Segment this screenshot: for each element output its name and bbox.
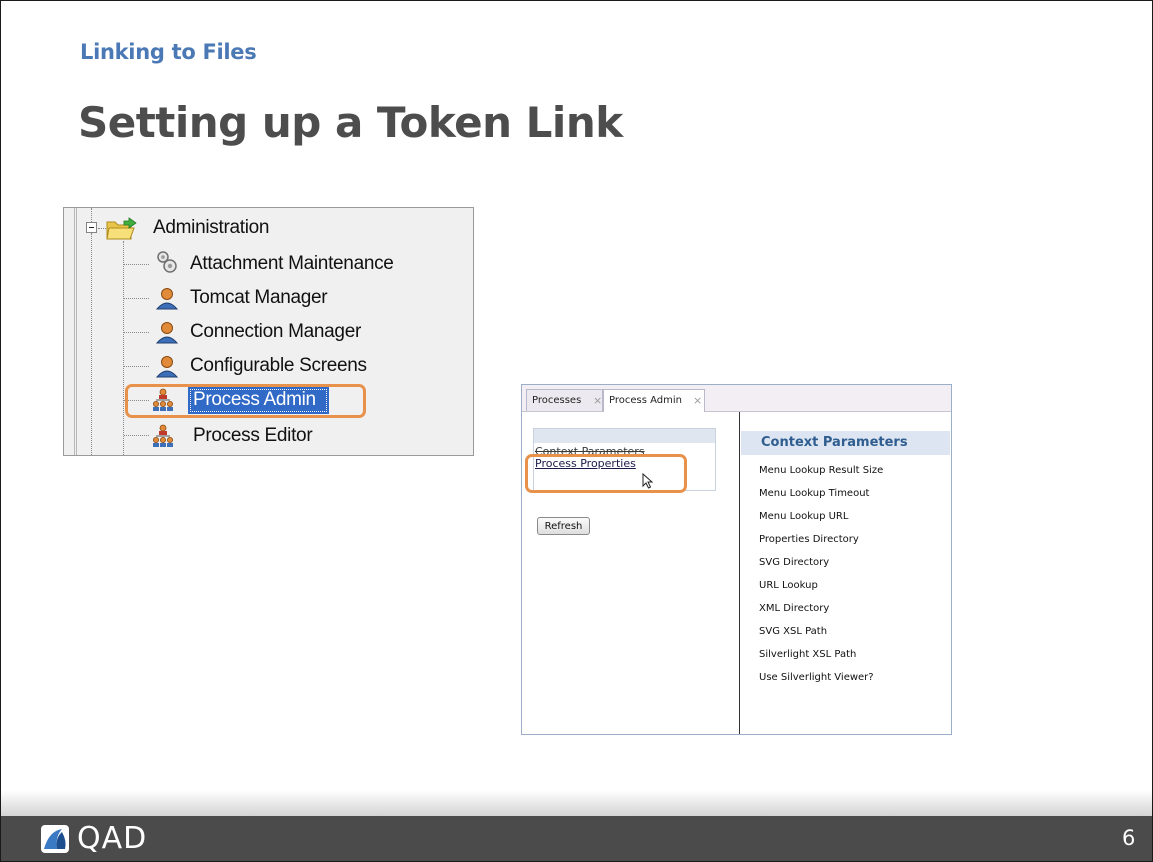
tree-item-connection-manager[interactable]: Connection Manager — [190, 321, 361, 343]
user-icon — [155, 356, 179, 378]
tree-line — [124, 366, 149, 367]
tab-process-admin[interactable]: Process Admin × — [603, 389, 705, 412]
footer-bar: QAD 6 — [1, 816, 1152, 861]
tree-gutter — [64, 208, 77, 455]
tree-line — [91, 233, 92, 455]
qad-brand-text: QAD — [77, 821, 148, 856]
folder-open-icon — [106, 217, 137, 240]
user-icon — [155, 288, 179, 310]
left-pane: Context Parameters Process Properties Re… — [522, 412, 740, 734]
tree-panel: Administration Attachment Maintenance To… — [63, 207, 474, 456]
context-item[interactable]: Use Silverlight Viewer? — [759, 672, 874, 683]
context-item[interactable]: XML Directory — [759, 603, 829, 614]
context-parameters-header: Context Parameters — [741, 431, 950, 455]
tree-line — [124, 298, 149, 299]
tree-root-label[interactable]: Administration — [153, 217, 269, 239]
context-item[interactable]: Silverlight XSL Path — [759, 649, 856, 660]
tree-item-configurable-screens[interactable]: Configurable Screens — [190, 355, 367, 377]
close-icon[interactable]: × — [593, 394, 602, 407]
refresh-button[interactable]: Refresh — [537, 517, 590, 535]
footer-shadow — [1, 790, 1152, 816]
tab-label: Processes — [532, 395, 582, 406]
highlight-box — [125, 384, 366, 418]
page-number: 6 — [1122, 826, 1136, 850]
qad-logo-icon — [41, 825, 69, 853]
context-item[interactable]: Menu Lookup Timeout — [759, 488, 869, 499]
collapse-toggle[interactable] — [86, 222, 97, 233]
right-pane: Context Parameters Menu Lookup Result Si… — [741, 412, 951, 734]
close-icon[interactable]: × — [693, 394, 702, 407]
tab-label: Process Admin — [609, 395, 682, 406]
tab-bar: Processes × Process Admin × — [522, 385, 951, 412]
context-item[interactable]: Menu Lookup URL — [759, 511, 848, 522]
group-icon — [153, 424, 173, 447]
tree-line — [124, 332, 149, 333]
process-admin-panel: Processes × Process Admin × Context Para… — [521, 384, 952, 735]
context-item[interactable]: SVG XSL Path — [759, 626, 827, 637]
tree-item-tomcat-manager[interactable]: Tomcat Manager — [190, 287, 328, 309]
context-item[interactable]: Properties Directory — [759, 534, 859, 545]
context-item[interactable]: SVG Directory — [759, 557, 829, 568]
section-title: Linking to Files — [80, 40, 257, 64]
gears-icon — [157, 251, 177, 273]
tab-processes[interactable]: Processes × — [526, 389, 603, 411]
user-icon — [155, 322, 179, 344]
tree-line — [124, 264, 149, 265]
context-item[interactable]: URL Lookup — [759, 580, 818, 591]
context-item[interactable]: Menu Lookup Result Size — [759, 465, 883, 476]
tree-line — [91, 208, 92, 222]
tree-item-process-editor[interactable]: Process Editor — [193, 425, 313, 447]
page-title: Setting up a Token Link — [78, 98, 623, 147]
list-header — [534, 429, 715, 443]
tree-line — [123, 241, 124, 455]
tree-item-attachment-maintenance[interactable]: Attachment Maintenance — [190, 253, 394, 275]
highlight-box — [525, 454, 687, 493]
tree-line — [124, 435, 149, 436]
